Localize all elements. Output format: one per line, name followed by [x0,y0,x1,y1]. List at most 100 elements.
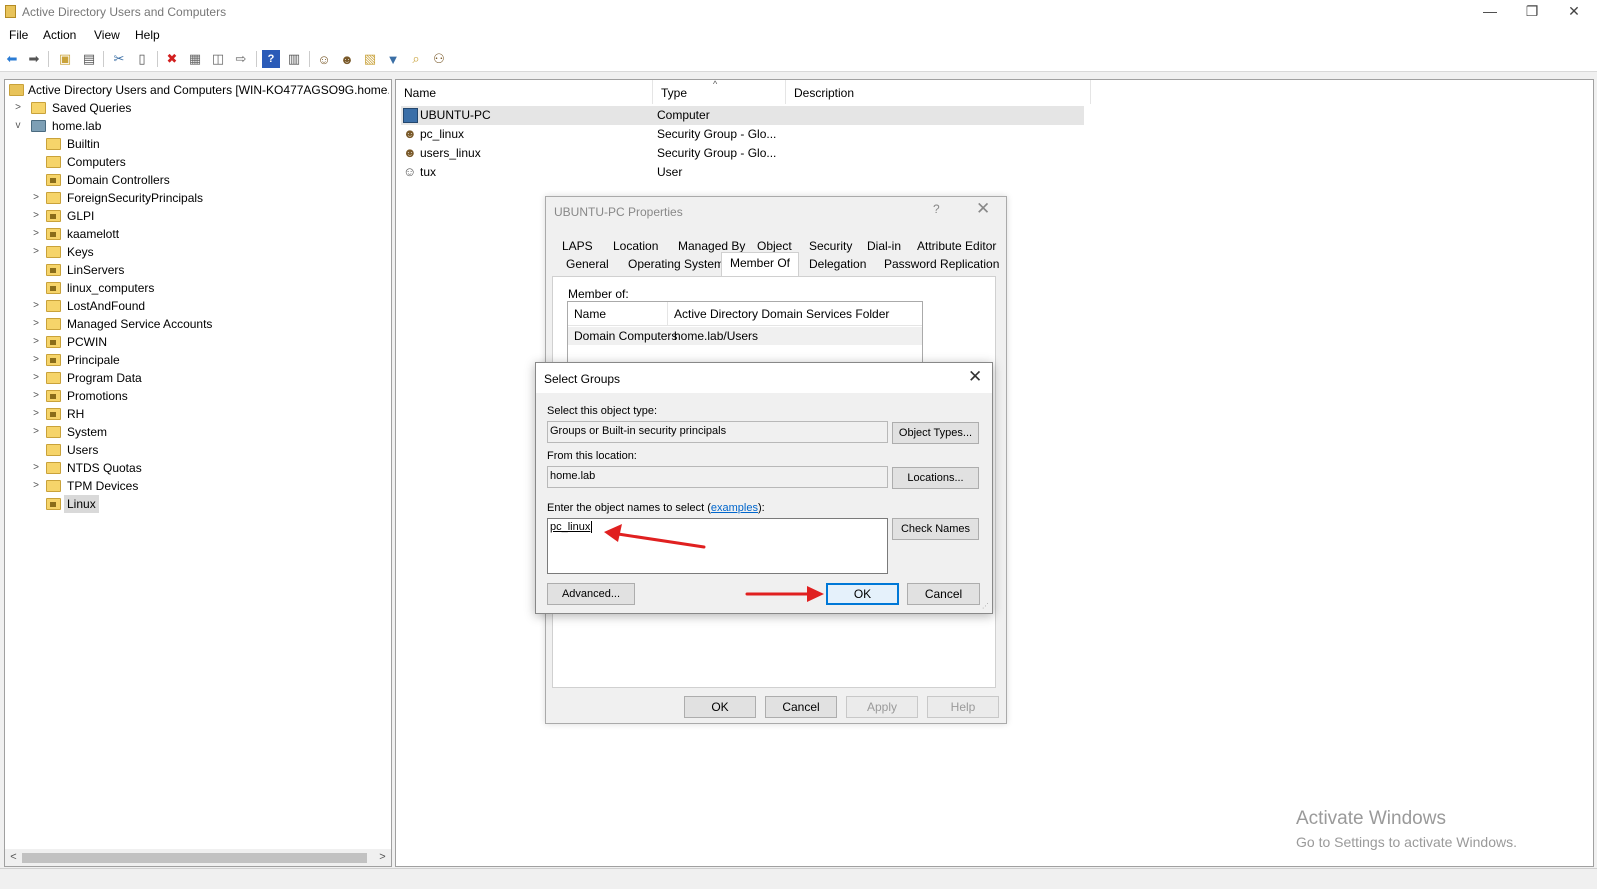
forward-icon[interactable]: ➡ [25,50,43,68]
list-item-ubuntu-pc[interactable]: UBUNTU-PC Computer [401,106,1084,125]
advanced-button[interactable]: Advanced... [547,583,635,605]
properties-cancel-button[interactable]: Cancel [765,696,837,718]
show-hide-tree-icon[interactable]: ▤ [80,50,98,68]
chevron-right-icon[interactable]: > [30,333,42,351]
chevron-right-icon[interactable]: > [30,207,42,225]
chevron-right-icon[interactable]: > [30,405,42,423]
chevron-right-icon[interactable]: > [30,243,42,261]
properties-ok-button[interactable]: OK [684,696,756,718]
refresh-icon[interactable]: ◫ [209,50,227,68]
scrollbar-thumb[interactable] [22,853,367,863]
tree-item-domain[interactable]: v home.lab [9,117,369,135]
column-header-type[interactable]: Type ^ [653,79,786,104]
tree-item-foreign-security-principals[interactable]: > ForeignSecurityPrincipals [27,189,367,207]
tab-operating-system[interactable]: Operating System [624,255,728,273]
export-list-icon[interactable]: ⇨ [232,50,250,68]
tree-item-tpm-devices[interactable]: > TPM Devices [27,477,367,495]
member-column-folder[interactable]: Active Directory Domain Services Folder [668,302,922,326]
console-icon[interactable]: ▥ [285,50,303,68]
filter-icon[interactable]: ▼ [384,50,402,68]
scroll-left-icon[interactable]: < [5,849,22,866]
tree-item-lost-and-found[interactable]: > LostAndFound [27,297,367,315]
horizontal-scrollbar[interactable]: < > [5,849,391,866]
tree-item-builtin[interactable]: Builtin [27,135,367,153]
tab-laps[interactable]: LAPS [558,237,597,255]
tree-item-pcwin[interactable]: > PCWIN [27,333,367,351]
tree-item-users[interactable]: Users [27,441,367,459]
tab-general[interactable]: General [562,255,613,273]
close-window-button[interactable]: ✕ [1551,0,1597,25]
clipboard-icon[interactable]: ▯ [133,50,151,68]
select-groups-cancel-button[interactable]: Cancel [907,583,980,605]
tree-item-computers[interactable]: Computers [27,153,367,171]
chevron-down-icon[interactable]: v [12,117,24,135]
tree-item-linux[interactable]: Linux [27,495,367,513]
restore-button[interactable]: ❐ [1509,0,1555,25]
column-header-name[interactable]: Name [396,80,653,104]
locations-button[interactable]: Locations... [892,467,979,489]
add-to-group-icon[interactable]: ⚇ [430,50,448,68]
chevron-right-icon[interactable]: > [30,459,42,477]
chevron-right-icon[interactable]: > [30,225,42,243]
tree-item-ntds-quotas[interactable]: > NTDS Quotas [27,459,367,477]
help-icon[interactable]: ? [262,50,280,68]
tab-delegation[interactable]: Delegation [805,255,870,273]
up-folder-icon[interactable]: ▣ [56,50,74,68]
tree-item-linux-computers[interactable]: linux_computers [27,279,367,297]
tab-location[interactable]: Location [609,237,662,255]
menu-action[interactable]: Action [43,28,76,42]
list-item-users-linux[interactable]: ☻ users_linux Security Group - Glo... [401,144,1084,163]
tree-item-system[interactable]: > System [27,423,367,441]
member-column-name[interactable]: Name [568,302,668,326]
scroll-right-icon[interactable]: > [374,849,391,866]
menu-help[interactable]: Help [135,28,160,42]
select-groups-ok-button[interactable]: OK [826,583,899,605]
object-names-input[interactable]: pc_linux [547,518,888,574]
select-groups-close-button[interactable]: ✕ [968,367,982,387]
chevron-right-icon[interactable]: > [30,297,42,315]
tree-item-linservers[interactable]: LinServers [27,261,367,279]
menu-file[interactable]: File [9,28,28,42]
chevron-right-icon[interactable]: > [30,477,42,495]
chevron-right-icon[interactable]: > [30,189,42,207]
tree-item-principale[interactable]: > Principale [27,351,367,369]
chevron-right-icon[interactable]: > [30,423,42,441]
list-item-pc-linux[interactable]: ☻ pc_linux Security Group - Glo... [401,125,1084,144]
properties-close-button[interactable]: ✕ [976,199,990,219]
list-item-tux[interactable]: ☺ tux User [401,163,1084,182]
tab-dial-in[interactable]: Dial-in [863,237,905,255]
chevron-right-icon[interactable]: > [30,387,42,405]
tree-item-saved-queries[interactable]: > Saved Queries [9,99,369,117]
tree-root[interactable]: Active Directory Users and Computers [WI… [9,81,389,99]
find-icon[interactable]: ⌕ [407,50,425,68]
properties-help-button[interactable]: Help [927,696,999,718]
tree-item-glpi[interactable]: > GLPI [27,207,367,225]
resize-grip-icon[interactable]: ⋰ [982,603,990,611]
new-user-icon[interactable]: ☺ [315,50,333,68]
object-types-button[interactable]: Object Types... [892,422,979,444]
tree-item-domain-controllers[interactable]: Domain Controllers [27,171,367,189]
tree-item-managed-service-accounts[interactable]: > Managed Service Accounts [27,315,367,333]
column-header-description[interactable]: Description [786,80,1091,104]
tab-security[interactable]: Security [805,237,856,255]
tab-password-replication[interactable]: Password Replication [880,255,1003,273]
minimize-button[interactable]: — [1467,0,1513,25]
cut-icon[interactable]: ✂ [110,50,128,68]
examples-link[interactable]: examples [711,502,758,514]
tab-attribute-editor[interactable]: Attribute Editor [913,237,1000,255]
tree-item-rh[interactable]: > RH [27,405,367,423]
chevron-right-icon[interactable]: > [30,369,42,387]
member-of-list[interactable]: Name Active Directory Domain Services Fo… [567,301,923,363]
member-row[interactable]: Domain Computers home.lab/Users [568,327,922,345]
back-icon[interactable]: ⬅ [3,50,21,68]
chevron-right-icon[interactable]: > [30,351,42,369]
chevron-right-icon[interactable]: > [12,99,24,117]
tab-member-of[interactable]: Member Of [721,252,800,276]
delete-icon[interactable]: ✖ [163,50,181,68]
properties-apply-button[interactable]: Apply [846,696,918,718]
tree-item-promotions[interactable]: > Promotions [27,387,367,405]
tree-item-kaamelott[interactable]: > kaamelott [27,225,367,243]
check-names-button[interactable]: Check Names [892,518,979,540]
dialog-help-button[interactable]: ? [933,202,940,216]
properties-icon[interactable]: ▦ [186,50,204,68]
